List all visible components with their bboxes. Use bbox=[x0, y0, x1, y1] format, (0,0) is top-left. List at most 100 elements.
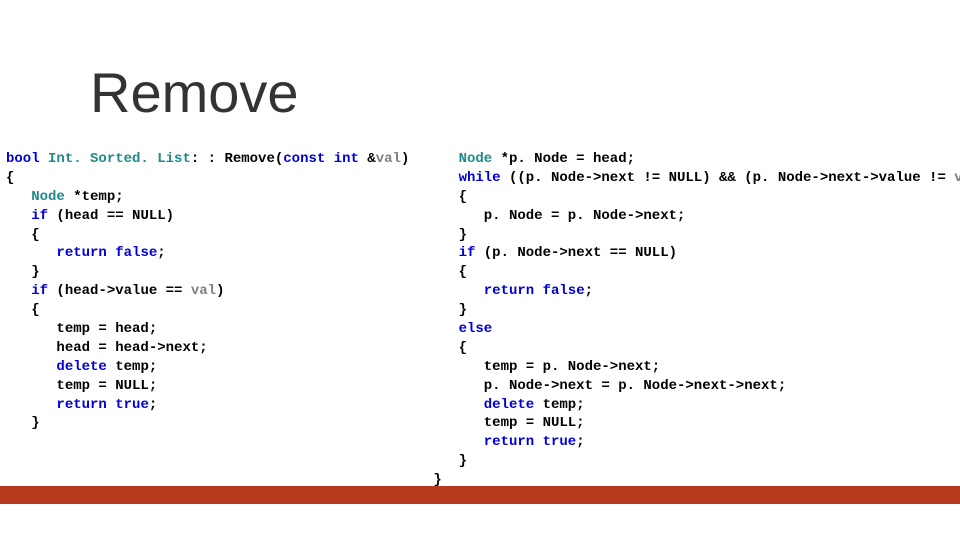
code-token: if bbox=[31, 283, 48, 299]
code-token: return bbox=[484, 434, 534, 450]
code-token: head = head->next; bbox=[56, 340, 207, 356]
code-token: return bbox=[484, 283, 534, 299]
code-line: return false; bbox=[433, 282, 960, 301]
code-token: ; bbox=[576, 434, 584, 450]
slide-title: Remove bbox=[90, 60, 299, 125]
code-token: ; bbox=[149, 397, 157, 413]
code-token: return bbox=[56, 245, 106, 261]
code-line: while ((p. Node->next != NULL) && (p. No… bbox=[433, 169, 960, 188]
code-line: { bbox=[433, 188, 960, 207]
code-line: p. Node = p. Node->next; bbox=[433, 207, 960, 226]
code-line: Node *p. Node = head; bbox=[433, 150, 960, 169]
code-token: p. Node->next = p. Node->next->next; bbox=[484, 378, 786, 394]
code-token: } bbox=[459, 453, 467, 469]
code-token: { bbox=[459, 264, 467, 280]
code-token: delete bbox=[484, 397, 534, 413]
code-columns: bool Int. Sorted. List: : Remove(const i… bbox=[6, 150, 960, 490]
code-line: return true; bbox=[6, 396, 409, 415]
code-column-left: bool Int. Sorted. List: : Remove(const i… bbox=[6, 150, 409, 490]
code-token: const bbox=[283, 151, 325, 167]
code-token: ) bbox=[401, 151, 409, 167]
code-line: if (head->value == val) bbox=[6, 282, 409, 301]
accent-bar bbox=[0, 486, 960, 504]
code-line: { bbox=[433, 263, 960, 282]
code-token: delete bbox=[56, 359, 106, 375]
code-line: temp = NULL; bbox=[433, 414, 960, 433]
code-token: ; bbox=[585, 283, 593, 299]
code-token: temp = NULL; bbox=[56, 378, 157, 394]
code-token: { bbox=[31, 302, 39, 318]
code-token: } bbox=[459, 227, 467, 243]
code-token: false bbox=[115, 245, 157, 261]
code-token: (head == NULL) bbox=[48, 208, 174, 224]
code-token: val bbox=[191, 283, 216, 299]
code-line: { bbox=[6, 169, 409, 188]
code-line: temp = head; bbox=[6, 320, 409, 339]
code-line: { bbox=[6, 301, 409, 320]
code-token: (p. Node->next == NULL) bbox=[475, 245, 677, 261]
code-token: (head->value == bbox=[48, 283, 191, 299]
code-token: } bbox=[459, 302, 467, 318]
code-line: return true; bbox=[433, 433, 960, 452]
code-line: else bbox=[433, 320, 960, 339]
code-line: temp = p. Node->next; bbox=[433, 358, 960, 377]
code-token: } bbox=[31, 264, 39, 280]
code-token: return bbox=[56, 397, 106, 413]
code-token: false bbox=[543, 283, 585, 299]
code-token: while bbox=[459, 170, 501, 186]
code-token bbox=[325, 151, 333, 167]
code-line: if (p. Node->next == NULL) bbox=[433, 244, 960, 263]
code-token: bool bbox=[6, 151, 40, 167]
code-line: delete temp; bbox=[6, 358, 409, 377]
code-token: { bbox=[6, 170, 14, 186]
code-token bbox=[107, 245, 115, 261]
code-token bbox=[40, 151, 48, 167]
code-token: true bbox=[115, 397, 149, 413]
code-line: { bbox=[433, 339, 960, 358]
code-line: } bbox=[433, 301, 960, 320]
code-line: delete temp; bbox=[433, 396, 960, 415]
code-token: temp; bbox=[107, 359, 157, 375]
code-token: if bbox=[31, 208, 48, 224]
code-token: ; bbox=[157, 245, 165, 261]
code-line: { bbox=[6, 226, 409, 245]
code-token: ((p. Node->next != NULL) && (p. Node->ne… bbox=[501, 170, 955, 186]
code-token: true bbox=[543, 434, 577, 450]
code-token: *temp; bbox=[65, 189, 124, 205]
code-token: Node bbox=[459, 151, 493, 167]
code-token: Int. Sorted. List bbox=[48, 151, 191, 167]
code-token: else bbox=[459, 321, 493, 337]
code-token: : : Remove( bbox=[191, 151, 283, 167]
code-token: Node bbox=[31, 189, 65, 205]
code-line: temp = NULL; bbox=[6, 377, 409, 396]
code-line: p. Node->next = p. Node->next->next; bbox=[433, 377, 960, 396]
code-token: temp = p. Node->next; bbox=[484, 359, 660, 375]
code-line: } bbox=[433, 452, 960, 471]
code-token: int bbox=[334, 151, 359, 167]
code-line: head = head->next; bbox=[6, 339, 409, 358]
code-token: { bbox=[459, 340, 467, 356]
code-token bbox=[534, 434, 542, 450]
code-token bbox=[534, 283, 542, 299]
code-token: & bbox=[359, 151, 376, 167]
code-token: } bbox=[31, 415, 39, 431]
code-token: *p. Node = head; bbox=[492, 151, 635, 167]
code-line: } bbox=[433, 226, 960, 245]
code-line: } bbox=[6, 414, 409, 433]
code-token: temp; bbox=[534, 397, 584, 413]
code-token: { bbox=[459, 189, 467, 205]
code-line: return false; bbox=[6, 244, 409, 263]
code-token bbox=[107, 397, 115, 413]
code-token: val bbox=[954, 170, 960, 186]
code-token: temp = NULL; bbox=[484, 415, 585, 431]
code-line: bool Int. Sorted. List: : Remove(const i… bbox=[6, 150, 409, 169]
code-line: if (head == NULL) bbox=[6, 207, 409, 226]
code-token: p. Node = p. Node->next; bbox=[484, 208, 686, 224]
code-token: if bbox=[459, 245, 476, 261]
code-token: { bbox=[31, 227, 39, 243]
code-token: val bbox=[376, 151, 401, 167]
code-token: ) bbox=[216, 283, 224, 299]
code-line: } bbox=[6, 263, 409, 282]
code-line: Node *temp; bbox=[6, 188, 409, 207]
code-token: temp = head; bbox=[56, 321, 157, 337]
